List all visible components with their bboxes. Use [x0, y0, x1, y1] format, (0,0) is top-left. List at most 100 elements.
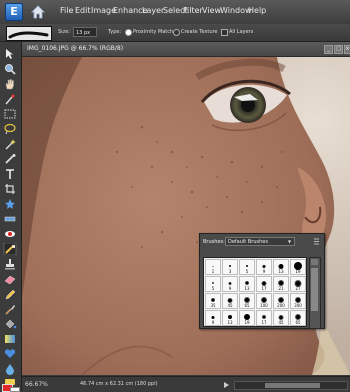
brush-size-label: 100	[260, 303, 268, 308]
brush-tip-icon	[211, 298, 215, 302]
brush-tip-icon	[262, 264, 266, 268]
brush-scrollbar[interactable]	[309, 257, 321, 329]
eyedropper-tool-icon[interactable]	[3, 93, 17, 105]
brush-preset[interactable]: 65	[290, 310, 306, 326]
brush-size-label: 35	[210, 303, 216, 308]
brush-preset[interactable]: 13	[239, 276, 255, 292]
brush-tip-icon	[245, 281, 249, 285]
create-texture-label: Create Texture	[181, 29, 218, 35]
status-bar: 66.67% 46.74 cm x 62.31 cm (180 ppi)	[22, 376, 350, 392]
cookie-cutter-tool-icon[interactable]	[3, 198, 17, 210]
brush-preview[interactable]	[6, 26, 52, 41]
brush-picker-panel: Brushes: Default Brushes ▼ 1 3 5 9 13 19 5 9 13 1…	[199, 233, 325, 329]
brush-size-label: 13	[278, 269, 284, 274]
menu-file[interactable]: File	[60, 6, 73, 15]
brush-size-label: 17	[261, 320, 267, 325]
brush-preset[interactable]: 9	[222, 276, 238, 292]
scroll-up-arrow-icon[interactable]	[311, 259, 318, 265]
brush-preset[interactable]: 45	[273, 310, 289, 326]
marquee-tool-icon[interactable]	[3, 108, 17, 120]
brush-preset[interactable]: 300	[290, 293, 306, 309]
menu-layer[interactable]: Layer	[142, 6, 164, 15]
brush-preset[interactable]: 3	[222, 259, 238, 275]
brush-preset[interactable]: 65	[239, 293, 255, 309]
brush-preset[interactable]: 19	[239, 310, 255, 326]
brush-tip-icon	[212, 282, 214, 284]
red-eye-tool-icon[interactable]	[3, 228, 17, 240]
brush-set-dropdown[interactable]: Default Brushes	[225, 237, 295, 246]
brush-size-label: 19	[295, 269, 301, 274]
straighten-tool-icon[interactable]	[3, 213, 17, 225]
brush-stroke-icon	[8, 31, 49, 39]
brushes-label: Brushes:	[203, 239, 225, 245]
brush-preset[interactable]: 21	[273, 276, 289, 292]
brush-tip-icon	[278, 263, 284, 269]
brush-preset[interactable]: 27	[290, 276, 306, 292]
proximity-match-radio[interactable]	[125, 29, 132, 36]
zoom-tool-icon[interactable]	[3, 63, 17, 75]
brush-preset[interactable]: 200	[273, 293, 289, 309]
proximity-match-label: Proximity Match	[133, 29, 174, 35]
brush-preset[interactable]: 17	[256, 310, 272, 326]
home-icon[interactable]	[30, 4, 46, 20]
clone-stamp-tool-icon[interactable]	[3, 258, 17, 270]
size-input[interactable]: 13 px	[73, 27, 97, 37]
spot-healing-brush-tool-icon[interactable]	[3, 243, 17, 255]
brush-preset[interactable]: 9	[205, 310, 221, 326]
gradient-tool-icon[interactable]	[3, 333, 17, 345]
brush-tip-icon	[227, 297, 233, 303]
brush-tool-icon[interactable]	[3, 303, 17, 315]
brush-preset[interactable]: 5	[239, 259, 255, 275]
hand-tool-icon[interactable]	[3, 78, 17, 90]
selection-brush-tool-icon[interactable]	[3, 153, 17, 165]
eraser-tool-icon[interactable]	[3, 273, 17, 285]
brush-preset[interactable]: 1	[205, 259, 221, 275]
brush-size-label: 13	[244, 286, 250, 291]
menu-filter[interactable]: Filter	[183, 6, 203, 15]
toolbox	[0, 42, 22, 392]
brush-preset[interactable]: 5	[205, 276, 221, 292]
lasso-tool-icon[interactable]	[3, 123, 17, 135]
menu-window[interactable]: Window	[220, 6, 252, 15]
brush-preset[interactable]: 45	[222, 293, 238, 309]
menu-help[interactable]: Help	[248, 6, 266, 15]
custom-shape-tool-icon[interactable]	[3, 348, 17, 360]
scroll-thumb[interactable]	[311, 268, 318, 311]
all-layers-checkbox[interactable]	[221, 29, 228, 36]
horizontal-scrollbar[interactable]	[234, 381, 348, 390]
brush-size-label: 3	[228, 269, 232, 274]
type-tool-icon[interactable]	[3, 168, 17, 180]
create-texture-radio[interactable]	[173, 29, 180, 36]
brush-preset[interactable]: 13	[222, 310, 238, 326]
panel-menu-icon[interactable]	[313, 238, 320, 245]
pencil-tool-icon[interactable]	[3, 288, 17, 300]
play-arrow-icon[interactable]	[222, 381, 230, 389]
brush-preset[interactable]: 19	[290, 259, 306, 275]
magic-wand-tool-icon[interactable]	[3, 138, 17, 150]
menu-edit[interactable]: Edit	[75, 6, 91, 15]
brush-preset[interactable]: 17	[256, 276, 272, 292]
crop-tool-icon[interactable]	[3, 183, 17, 195]
minimize-button[interactable]: _	[324, 45, 333, 54]
menu-view[interactable]: View	[202, 6, 221, 15]
document-title-bar: IMG_0106.JPG @ 66.7% (RGB/8) _ □ ×	[22, 42, 350, 57]
move-tool-icon[interactable]	[3, 48, 17, 60]
paint-bucket-tool-icon[interactable]	[3, 318, 17, 330]
brush-size-label: 5	[245, 269, 249, 274]
brush-size-label: 9	[211, 320, 215, 325]
brush-preset[interactable]: 100	[256, 293, 272, 309]
brush-preset[interactable]: 9	[256, 259, 272, 275]
blur-tool-icon[interactable]	[3, 363, 17, 375]
close-button[interactable]: ×	[344, 45, 350, 54]
zoom-level[interactable]: 66.67%	[25, 381, 48, 388]
brush-tip-icon	[228, 281, 232, 285]
brush-preset[interactable]: 35	[205, 293, 221, 309]
brush-preset[interactable]: 13	[273, 259, 289, 275]
scroll-thumb[interactable]	[265, 383, 320, 388]
brush-size-label: 19	[244, 320, 250, 325]
brush-tip-icon	[246, 265, 248, 267]
brush-size-label: 17	[261, 286, 267, 291]
all-layers-label: All Layers	[229, 29, 254, 35]
maximize-button[interactable]: □	[334, 45, 343, 54]
background-color-swatch[interactable]	[10, 387, 20, 392]
